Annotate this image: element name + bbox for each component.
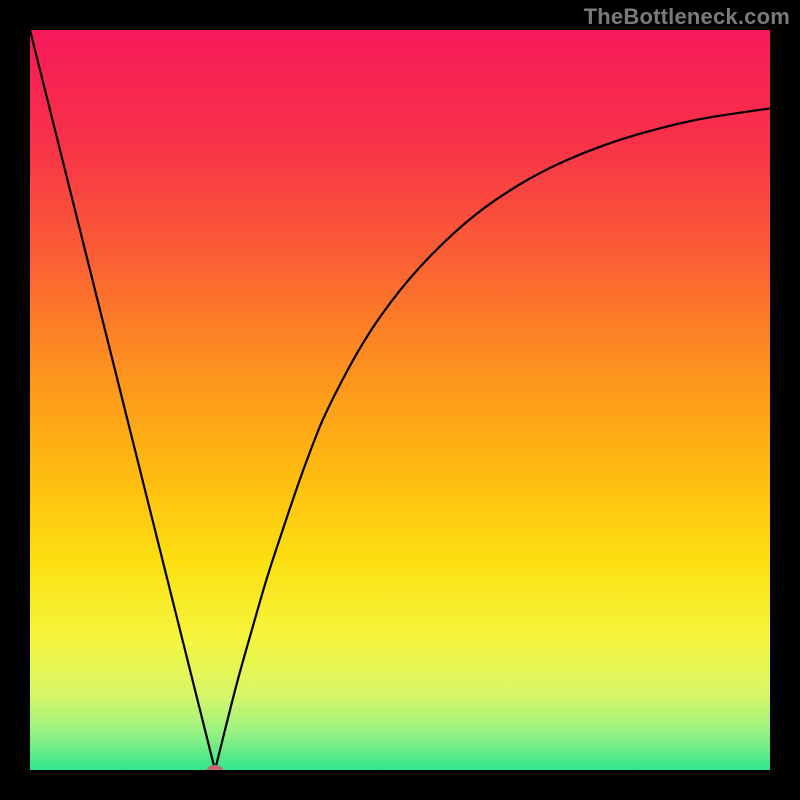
plot-area <box>30 30 770 770</box>
bottleneck-curve <box>30 30 770 770</box>
watermark-text: TheBottleneck.com <box>584 4 790 30</box>
chart-frame: TheBottleneck.com <box>0 0 800 800</box>
minimum-marker <box>207 765 223 770</box>
